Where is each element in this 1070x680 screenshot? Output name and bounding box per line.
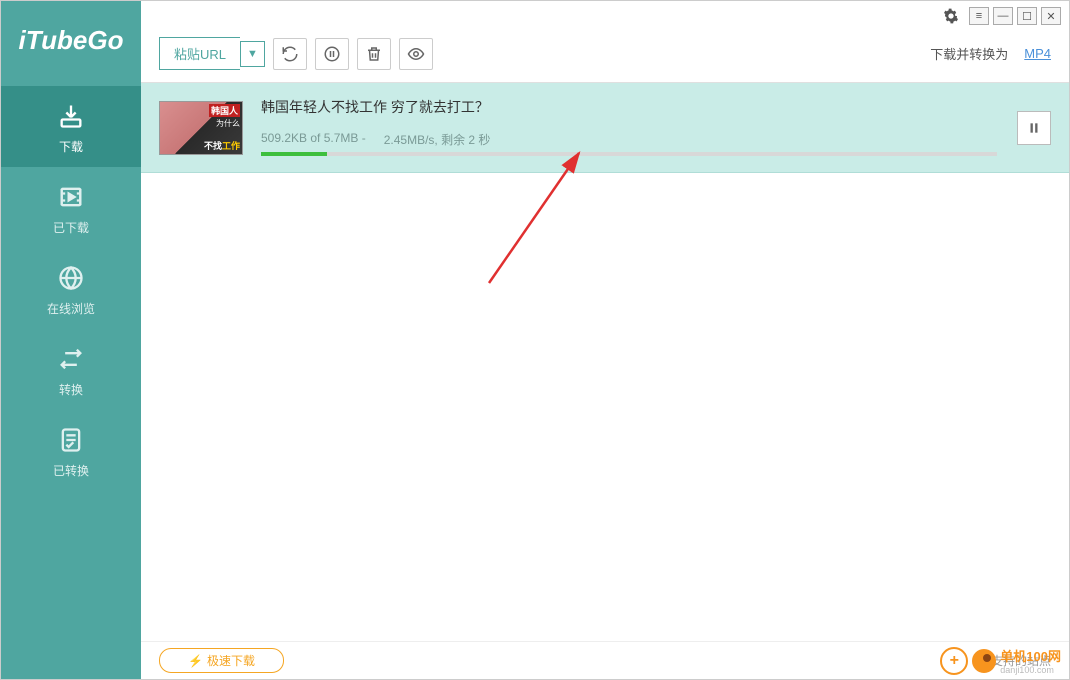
- maximize-icon: ☐: [1022, 10, 1032, 23]
- film-icon: [55, 181, 87, 213]
- thumb-text-2: 为什么: [216, 118, 240, 129]
- sidebar: iTubeGo 下载 已下载 在线浏览 转换: [1, 1, 141, 679]
- watermark-text: 单机100网: [1000, 646, 1061, 665]
- download-title: 韩国年轻人不找工作 穷了就去打工？: [261, 97, 997, 117]
- main-panel: ≡ — ☐ ✕ 粘贴URL ▼ 下载并转换为 MP4: [141, 1, 1069, 679]
- nav-browse[interactable]: 在线浏览: [1, 248, 141, 329]
- pause-all-button[interactable]: [315, 38, 349, 70]
- footer: ⚡ 极速下载 支持的站点: [141, 641, 1069, 679]
- lightning-icon: ⚡: [188, 654, 203, 668]
- watermark: + 单机100网 danji100.com: [940, 646, 1061, 675]
- watermark-sub: danji100.com: [1000, 665, 1061, 675]
- pause-button[interactable]: [1017, 111, 1051, 145]
- nav-label: 已转换: [53, 462, 89, 479]
- progress-bar: [261, 152, 997, 156]
- settings-button[interactable]: [941, 7, 961, 25]
- progress-fill: [261, 152, 327, 156]
- download-speed-text: 2.45MB/s, 剩余 2 秒: [384, 131, 491, 148]
- nav-convert[interactable]: 转换: [1, 329, 141, 410]
- download-icon: [55, 100, 87, 132]
- paste-url-button[interactable]: 粘贴URL: [159, 37, 240, 70]
- nav-label: 下载: [59, 138, 83, 155]
- convert-icon: [55, 343, 87, 375]
- preview-button[interactable]: [399, 38, 433, 70]
- menu-button[interactable]: ≡: [969, 7, 989, 25]
- nav-converted[interactable]: 已转换: [1, 410, 141, 491]
- refresh-icon: [281, 45, 299, 63]
- watermark-icon-plus: +: [940, 647, 968, 675]
- chevron-down-icon: ▼: [247, 48, 258, 60]
- window-controls: ≡ — ☐ ✕: [941, 7, 1061, 25]
- minimize-button[interactable]: —: [993, 7, 1013, 25]
- download-progress-text: 509.2KB of 5.7MB -: [261, 131, 366, 148]
- minimize-icon: —: [998, 10, 1009, 22]
- turbo-label: 极速下载: [207, 652, 255, 669]
- download-list: 韩国人 为什么 不找工作 韩国年轻人不找工作 穷了就去打工？ 509.2KB o…: [141, 83, 1069, 641]
- eye-icon: [407, 45, 425, 63]
- nav-download[interactable]: 下载: [1, 86, 141, 167]
- nav-label: 转换: [59, 381, 83, 398]
- gear-icon: [943, 8, 959, 24]
- pause-icon: [1027, 121, 1041, 135]
- menu-icon: ≡: [976, 10, 982, 22]
- close-icon: ✕: [1046, 10, 1055, 23]
- watermark-icon-dot: [972, 649, 996, 673]
- toolbar: 粘贴URL ▼ 下载并转换为 MP4: [141, 1, 1069, 83]
- nav-downloaded[interactable]: 已下载: [1, 167, 141, 248]
- globe-icon: [55, 262, 87, 294]
- retry-button[interactable]: [273, 38, 307, 70]
- brand-logo: iTubeGo: [19, 1, 124, 86]
- turbo-download-button[interactable]: ⚡ 极速下载: [159, 648, 284, 673]
- nav-label: 在线浏览: [47, 300, 95, 317]
- thumb-text-3: 不找工作: [204, 139, 240, 152]
- convert-format-link[interactable]: MP4: [1024, 46, 1051, 61]
- trash-icon: [365, 45, 383, 63]
- document-check-icon: [55, 424, 87, 456]
- close-button[interactable]: ✕: [1041, 7, 1061, 25]
- paste-url-group: 粘贴URL ▼: [159, 37, 265, 70]
- download-info: 韩国年轻人不找工作 穷了就去打工？ 509.2KB of 5.7MB - 2.4…: [261, 97, 1017, 158]
- convert-info-label: 下载并转换为: [930, 44, 1008, 63]
- video-thumbnail: 韩国人 为什么 不找工作: [159, 101, 243, 155]
- delete-button[interactable]: [357, 38, 391, 70]
- pause-circle-icon: [323, 45, 341, 63]
- maximize-button[interactable]: ☐: [1017, 7, 1037, 25]
- nav-label: 已下载: [53, 219, 89, 236]
- download-item[interactable]: 韩国人 为什么 不找工作 韩国年轻人不找工作 穷了就去打工？ 509.2KB o…: [141, 83, 1069, 173]
- paste-url-dropdown[interactable]: ▼: [240, 41, 265, 67]
- thumb-text-1: 韩国人: [209, 104, 240, 117]
